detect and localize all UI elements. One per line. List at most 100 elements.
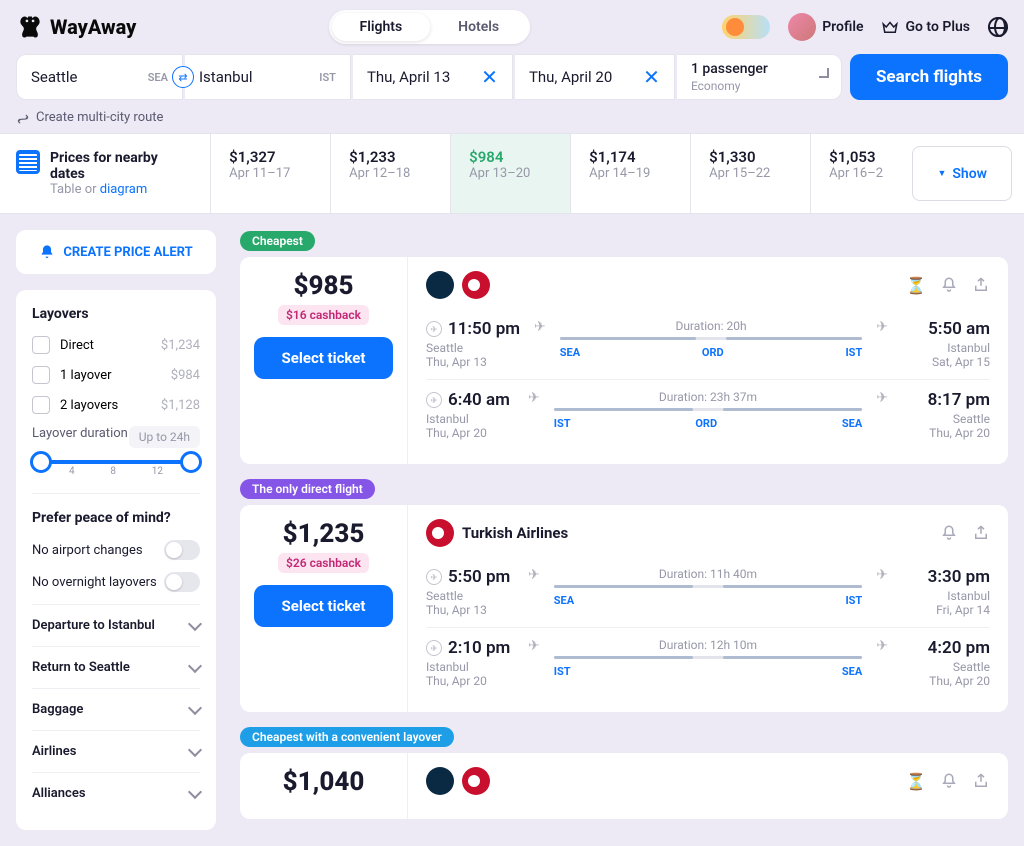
search-bar: Seattle SEA ⇄ Istanbul IST Thu, April 13… (0, 54, 1024, 110)
bell-icon[interactable] (940, 772, 958, 790)
duration-slider[interactable] (32, 460, 200, 464)
profile-link[interactable]: Profile (788, 13, 863, 41)
chevron-down-icon (188, 742, 202, 756)
flight-leg: ✈5:50 pm Seattle Thu, Apr 13 ✈ Duration:… (426, 557, 990, 627)
return-date-field[interactable]: Thu, April 20 ✕ (515, 54, 675, 100)
filter-1-layover[interactable]: 1 layover$984 (32, 366, 200, 384)
arr-city: Istanbul (902, 341, 990, 355)
depart-date-field[interactable]: Thu, April 13 ✕ (353, 54, 513, 100)
arr-date: Fri, Apr 14 (902, 603, 990, 617)
logo[interactable]: WayAway (16, 13, 136, 41)
dep-city: Seattle (426, 589, 514, 603)
language-icon[interactable] (988, 17, 1008, 37)
dep-city: Seattle (426, 341, 520, 355)
airline-logo (426, 271, 454, 299)
date-col-0[interactable]: $1,327Apr 11–17 (210, 134, 330, 213)
bell-icon[interactable] (940, 524, 958, 542)
nearby-dates-title: Prices for nearby dates (50, 150, 194, 182)
create-price-alert-button[interactable]: CREATE PRICE ALERT (16, 230, 216, 274)
chevron-down-icon (188, 700, 202, 714)
show-dates-button[interactable]: ▼Show (912, 146, 1012, 201)
code: SEA (554, 594, 574, 607)
date-col-1[interactable]: $1,233Apr 12–18 (330, 134, 450, 213)
go-to-plus[interactable]: Go to Plus (881, 18, 970, 36)
to-field[interactable]: Istanbul IST (185, 54, 351, 100)
share-icon[interactable] (972, 524, 990, 542)
collapse-return[interactable]: Return to Seattle (32, 646, 200, 688)
clear-return-icon[interactable]: ✕ (643, 65, 660, 89)
to-value: Istanbul (199, 68, 253, 86)
checkbox[interactable] (32, 336, 50, 354)
filters-card: Layovers Direct$1,234 1 layover$984 2 la… (16, 290, 216, 830)
select-ticket-button[interactable]: Select ticket (254, 585, 393, 627)
arr-time: 5:50 am (928, 319, 990, 339)
share-icon[interactable] (972, 772, 990, 790)
checkbox[interactable] (32, 366, 50, 384)
swap-icon[interactable]: ⇄ (172, 66, 194, 88)
date-col-3[interactable]: $1,174Apr 14–19 (570, 134, 690, 213)
arr-date: Sat, Apr 15 (902, 355, 990, 369)
dep-time: 11:50 pm (448, 319, 520, 339)
profile-label: Profile (822, 19, 863, 35)
arr-date: Thu, Apr 20 (902, 426, 990, 440)
bell-icon[interactable] (940, 276, 958, 294)
collapse-alliances[interactable]: Alliances (32, 772, 200, 814)
diagram-link[interactable]: diagram (100, 182, 148, 197)
no-airport-toggle[interactable] (164, 540, 200, 560)
airline-name: Turkish Airlines (462, 524, 568, 542)
filter-2-layovers[interactable]: 2 layovers$1,128 (32, 396, 200, 414)
code: SEA (842, 417, 862, 430)
date-col-2[interactable]: $984Apr 13–20 (450, 134, 570, 213)
passengers-field[interactable]: 1 passenger Economy (677, 54, 842, 100)
chevron-down-icon (188, 784, 202, 798)
search-button[interactable]: Search flights (850, 54, 1008, 100)
code: IST (845, 594, 862, 607)
flight-leg: ✈6:40 am Istanbul Thu, Apr 20 ✈ Duration… (426, 379, 990, 450)
collapse-departure[interactable]: Departure to Istanbul (32, 604, 200, 646)
arr-city: Seattle (902, 412, 990, 426)
collapse-baggage[interactable]: Baggage (32, 688, 200, 730)
plus-label: Go to Plus (905, 19, 970, 35)
filter-direct[interactable]: Direct$1,234 (32, 336, 200, 354)
dep-time: 2:10 pm (448, 638, 510, 658)
calendar-icon (16, 150, 40, 174)
from-value: Seattle (31, 68, 77, 86)
plane-icon: ✈ (426, 640, 442, 656)
hourglass-icon: ⏳ (906, 772, 926, 791)
result-badge: Cheapest with a convenient layover (240, 727, 454, 747)
code: ORD (695, 417, 717, 430)
checkbox[interactable] (32, 396, 50, 414)
arr-time: 3:30 pm (928, 567, 990, 587)
select-ticket-button[interactable]: Select ticket (254, 337, 393, 379)
code: SEA (842, 665, 862, 678)
no-overnight-label: No overnight layovers (32, 575, 157, 590)
dep-time: 5:50 pm (448, 567, 510, 587)
clear-depart-icon[interactable]: ✕ (481, 65, 498, 89)
cashback: $26 cashback (278, 553, 369, 573)
duration: Duration: 23h 37m (554, 390, 863, 404)
logo-text: WayAway (50, 15, 136, 39)
no-overnight-toggle[interactable] (164, 572, 200, 592)
crown-icon (881, 18, 899, 36)
return-date-value: Thu, April 20 (529, 68, 612, 86)
cabin-value: Economy (691, 79, 741, 93)
tab-hotels[interactable]: Hotels (430, 13, 527, 41)
from-field[interactable]: Seattle SEA ⇄ (16, 54, 183, 100)
collapse-airlines[interactable]: Airlines (32, 730, 200, 772)
date-col-4[interactable]: $1,330Apr 15–22 (690, 134, 810, 213)
multi-city-link[interactable]: Create multi-city route (0, 110, 1024, 133)
share-icon[interactable] (972, 276, 990, 294)
airline-logo (426, 767, 454, 795)
dep-time: 6:40 am (448, 390, 510, 410)
airline-logo (426, 519, 454, 547)
landing-icon: ✈ (876, 567, 888, 583)
duration: Duration: 20h (560, 319, 862, 333)
tab-flights[interactable]: Flights (332, 13, 431, 41)
flight-leg: ✈11:50 pm Seattle Thu, Apr 13 ✈ Duration… (426, 309, 990, 379)
theme-toggle[interactable] (722, 15, 770, 39)
dep-date: Thu, Apr 20 (426, 674, 514, 688)
layovers-title: Layovers (32, 306, 200, 322)
nearby-dates-row: Prices for nearby dates Table or diagram… (0, 133, 1024, 214)
dep-date: Thu, Apr 20 (426, 426, 514, 440)
date-col-5[interactable]: $1,053Apr 16–2 (810, 134, 900, 213)
